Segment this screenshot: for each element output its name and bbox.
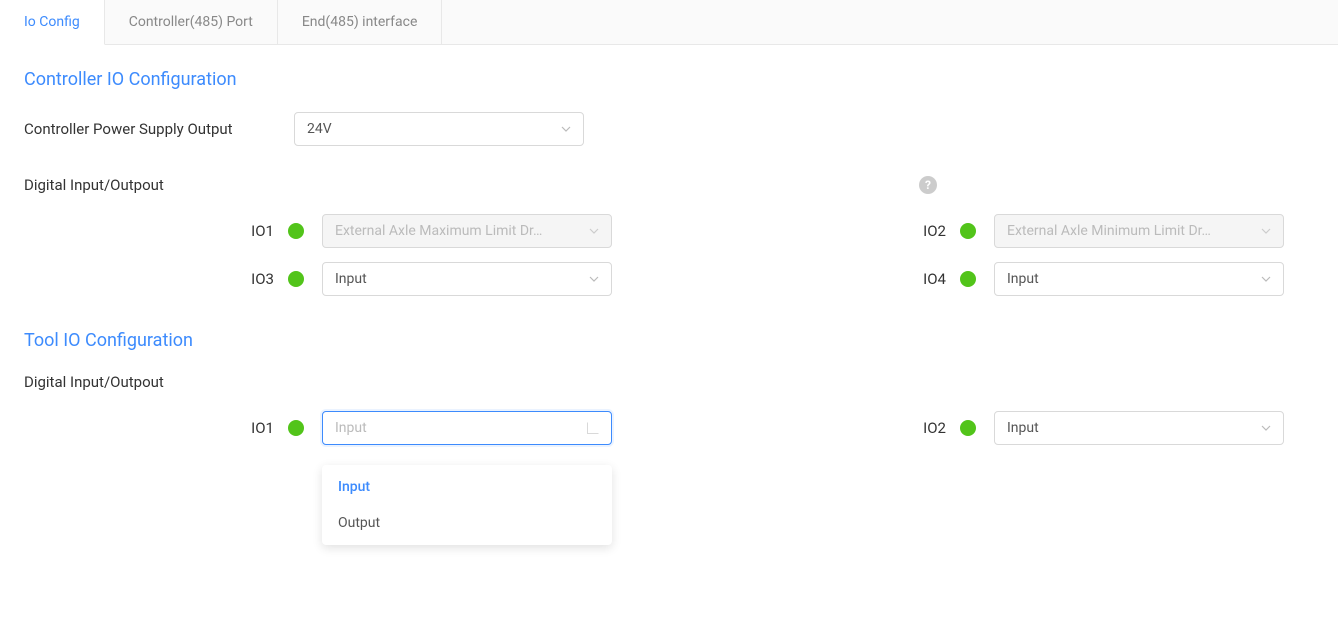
controller-dio-header: Digital Input/Outpout ? [24,176,1314,194]
controller-section-title: Controller IO Configuration [24,69,1314,90]
controller-io2-value: External Axle Minimum Limit Dr… [1007,223,1253,239]
controller-io1-value: External Axle Maximum Limit Dr… [335,223,581,239]
controller-io3-value: Input [335,271,581,287]
tool-dio-header: Digital Input/Outpout [24,373,1314,391]
help-icon[interactable]: ? [919,176,937,194]
chevron-down-icon [589,228,599,234]
controller-io3-label: IO3 [224,270,274,288]
tab-io-config[interactable]: Io Config [0,0,105,45]
tool-io-grid: IO1 Input Input Output IO2 Input [224,411,1314,459]
dropdown-option-input[interactable]: Input [322,469,612,505]
controller-io1-row: IO1 External Axle Maximum Limit Dr… [224,214,769,248]
status-dot-io3 [288,271,304,287]
status-dot-io4 [960,271,976,287]
controller-dio-label: Digital Input/Outpout [24,176,164,194]
power-supply-value: 24V [307,121,553,137]
tabs-bar: Io Config Controller(485) Port End(485) … [0,0,1338,45]
tool-section-title: Tool IO Configuration [24,330,1314,351]
chevron-down-icon [561,126,571,132]
chevron-down-icon [589,276,599,282]
controller-io4-value: Input [1007,271,1253,287]
tool-dio-label: Digital Input/Outpout [24,373,164,391]
tool-io2-select[interactable]: Input [994,411,1284,445]
status-dot-tool-io2 [960,420,976,436]
power-supply-row: Controller Power Supply Output 24V [24,112,1314,146]
controller-io4-row: IO4 Input [769,262,1314,296]
controller-io4-label: IO4 [896,270,946,288]
status-dot-io1 [288,223,304,239]
tool-io2-row: IO2 Input [769,411,1314,445]
controller-io3-row: IO3 Input [224,262,769,296]
controller-io-grid: IO1 External Axle Maximum Limit Dr… IO2 … [224,214,1314,310]
controller-io2-select: External Axle Minimum Limit Dr… [994,214,1284,248]
controller-io2-label: IO2 [896,222,946,240]
tool-io1-dropdown: Input Output [322,465,612,545]
tool-io2-value: Input [1007,420,1253,436]
power-supply-select[interactable]: 24V [294,112,584,146]
tool-io1-label: IO1 [224,419,274,437]
controller-io-section: Controller IO Configuration Controller P… [24,69,1314,310]
controller-io2-row: IO2 External Axle Minimum Limit Dr… [769,214,1314,248]
status-dot-tool-io1 [288,420,304,436]
loading-icon [587,422,599,434]
status-dot-io2 [960,223,976,239]
controller-io4-select[interactable]: Input [994,262,1284,296]
tool-io1-select[interactable]: Input [322,411,612,445]
tab-end-485-interface[interactable]: End(485) interface [278,0,443,44]
tab-controller-485-port[interactable]: Controller(485) Port [105,0,278,44]
content-area: Controller IO Configuration Controller P… [0,45,1338,459]
tool-io1-row: IO1 Input Input Output [224,411,769,445]
chevron-down-icon [1261,425,1271,431]
tool-io2-label: IO2 [896,419,946,437]
power-supply-label: Controller Power Supply Output [24,120,274,138]
tool-io-section: Tool IO Configuration Digital Input/Outp… [24,330,1314,459]
controller-io3-select[interactable]: Input [322,262,612,296]
dropdown-option-output[interactable]: Output [322,505,612,541]
chevron-down-icon [1261,228,1271,234]
controller-io1-label: IO1 [224,222,274,240]
tool-io1-value: Input [335,420,587,436]
chevron-down-icon [1261,276,1271,282]
controller-io1-select: External Axle Maximum Limit Dr… [322,214,612,248]
